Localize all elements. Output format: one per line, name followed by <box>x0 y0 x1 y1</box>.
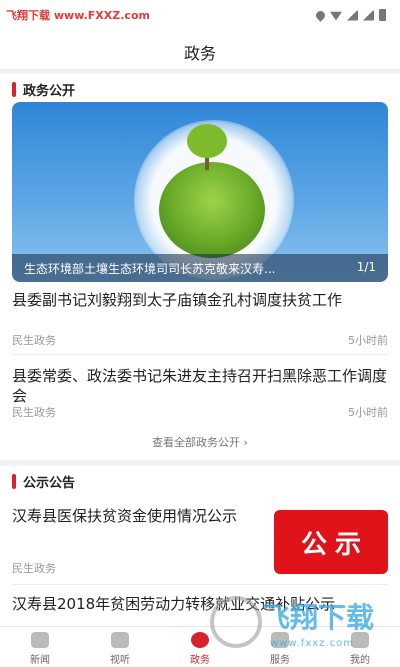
signal-icon <box>347 9 358 21</box>
news-meta: 民生政务 5小时前 <box>12 332 388 348</box>
news-item[interactable]: 县委副书记刘毅翔到太子庙镇金孔村调度扶贫工作 <box>12 290 388 310</box>
divider <box>12 584 388 585</box>
banner-planet-image <box>159 162 265 258</box>
section-header: 公示公告 <box>12 472 76 491</box>
banner-carousel[interactable]: 生态环境部土壤生态环境司司长苏克敬来汉寿... 1/1 <box>12 102 388 282</box>
news-icon <box>31 632 49 648</box>
wifi-icon <box>330 11 342 21</box>
signal-icon-2 <box>363 9 374 21</box>
notice-meta: 民生政务 <box>12 560 262 576</box>
notice-badge[interactable]: 公示 <box>274 510 388 574</box>
notice-title: 汉寿县医保扶贫资金使用情况公示 <box>12 507 238 525</box>
bottom-tab-bar: 新闻 视听 政务 服务 我的 <box>0 626 400 667</box>
news-title: 县委常委、政法委书记朱进友主持召开扫黑除恶工作调度会 <box>12 367 388 405</box>
location-icon <box>314 8 327 22</box>
notice-badge-label: 公示 <box>300 529 369 560</box>
divider <box>12 354 388 355</box>
banner-caption-bar: 生态环境部土壤生态环境司司长苏克敬来汉寿... 1/1 <box>12 254 388 282</box>
notice-category: 民生政务 <box>12 562 56 575</box>
notice-title: 汉寿县2018年贫困劳动力转移就业交通补贴公示 <box>12 595 336 613</box>
section-marker <box>12 473 16 489</box>
tab-gov[interactable]: 政务 <box>160 627 240 667</box>
notice-item[interactable]: 汉寿县医保扶贫资金使用情况公示 <box>12 506 262 526</box>
banner-counter: 1/1 <box>356 260 376 274</box>
section-header: 政务公开 <box>12 80 76 99</box>
news-time: 5小时前 <box>348 334 388 347</box>
tab-profile[interactable]: 我的 <box>320 627 400 667</box>
section-marker <box>12 81 16 97</box>
view-all-gov-link[interactable]: 查看全部政务公开 › <box>0 434 400 450</box>
news-category: 民生政务 <box>12 406 56 419</box>
video-icon <box>111 632 129 648</box>
status-bar: 飞翔下载 www.FXXZ.com <box>0 0 400 32</box>
news-category: 民生政务 <box>12 334 56 347</box>
gov-disclosure-section: 政务公开 生态环境部土壤生态环境司司长苏克敬来汉寿... 1/1 县委副书记刘毅… <box>0 74 400 460</box>
tab-label: 视听 <box>110 655 130 666</box>
service-icon <box>271 632 289 648</box>
tab-video[interactable]: 视听 <box>80 627 160 667</box>
banner-caption: 生态环境部土壤生态环境司司长苏克敬来汉寿... <box>24 262 276 276</box>
status-icons <box>314 8 386 22</box>
tab-label: 新闻 <box>30 655 50 666</box>
news-title: 县委副书记刘毅翔到太子庙镇金孔村调度扶贫工作 <box>12 291 343 309</box>
tab-label: 我的 <box>350 655 370 666</box>
banner-tree-image <box>187 124 227 158</box>
news-time: 5小时前 <box>348 406 388 419</box>
page-header: 政务 <box>0 32 400 70</box>
tab-service[interactable]: 服务 <box>240 627 320 667</box>
tab-label: 服务 <box>270 655 290 666</box>
site-watermark: 飞翔下载 www.FXXZ.com <box>6 9 150 22</box>
page-title: 政务 <box>183 44 216 63</box>
section-title: 政务公开 <box>23 83 76 99</box>
tab-news[interactable]: 新闻 <box>0 627 80 667</box>
news-meta: 民生政务 5小时前 <box>12 404 388 420</box>
notice-item[interactable]: 汉寿县2018年贫困劳动力转移就业交通补贴公示 <box>12 594 388 614</box>
battery-icon <box>379 9 386 21</box>
tab-label: 政务 <box>190 655 210 666</box>
section-title: 公示公告 <box>23 475 76 491</box>
public-notice-section: 公示公告 汉寿县医保扶贫资金使用情况公示 民生政务 公示 汉寿县2018年贫困劳… <box>0 466 400 626</box>
gov-icon <box>191 632 209 648</box>
news-item[interactable]: 县委常委、政法委书记朱进友主持召开扫黑除恶工作调度会 <box>12 366 388 406</box>
profile-icon <box>351 632 369 648</box>
